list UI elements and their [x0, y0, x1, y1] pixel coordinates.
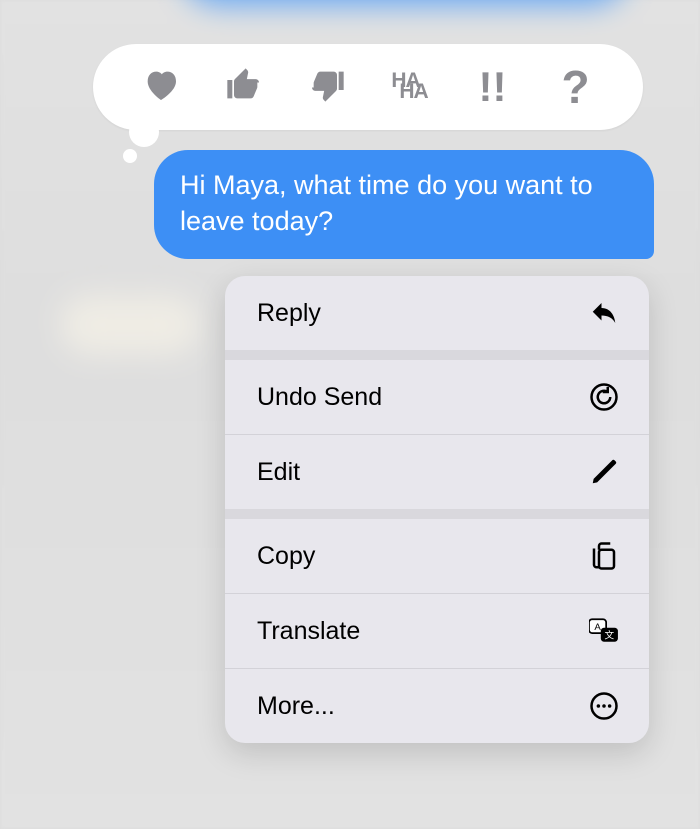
- menu-group-reply: Reply: [225, 276, 649, 350]
- ellipsis-circle-icon: [589, 691, 619, 721]
- reply-arrow-icon: [589, 298, 619, 328]
- message-context-menu: Reply Undo Send Edit Copy Tran: [225, 276, 649, 743]
- tapback-tail-small: [123, 149, 137, 163]
- exclaim-icon: !!: [479, 70, 507, 104]
- message-text: Hi Maya, what time do you want to leave …: [180, 170, 593, 236]
- copy-icon: [589, 541, 619, 571]
- reaction-heart[interactable]: [131, 57, 191, 117]
- menu-item-translate[interactable]: Translate A 文: [225, 593, 649, 668]
- menu-group-edit: Undo Send Edit: [225, 350, 649, 509]
- tapback-reactions-bar: HAHA !! ?: [93, 44, 643, 130]
- menu-label: Copy: [257, 542, 315, 571]
- thumbs-up-icon: [224, 65, 264, 110]
- menu-label: Translate: [257, 617, 360, 646]
- menu-item-undo-send[interactable]: Undo Send: [225, 360, 649, 434]
- undo-send-icon: [589, 382, 619, 412]
- reaction-question[interactable]: ?: [546, 57, 606, 117]
- thumbs-down-icon: [307, 65, 347, 110]
- reaction-exclaim[interactable]: !!: [463, 57, 523, 117]
- menu-item-copy[interactable]: Copy: [225, 519, 649, 593]
- menu-label: Reply: [257, 299, 321, 328]
- heart-icon: [141, 65, 181, 110]
- svg-text:文: 文: [605, 630, 615, 642]
- svg-text:A: A: [594, 622, 601, 633]
- tapback-tail: [129, 117, 159, 147]
- menu-item-more[interactable]: More...: [225, 668, 649, 743]
- menu-item-edit[interactable]: Edit: [225, 434, 649, 509]
- menu-label: More...: [257, 692, 335, 721]
- menu-item-reply[interactable]: Reply: [225, 276, 649, 350]
- menu-group-more: Copy Translate A 文 More...: [225, 509, 649, 743]
- selected-message-bubble[interactable]: Hi Maya, what time do you want to leave …: [154, 150, 654, 259]
- reaction-haha[interactable]: HAHA: [380, 57, 440, 117]
- menu-label: Undo Send: [257, 383, 382, 412]
- translate-icon: A 文: [589, 616, 619, 646]
- pencil-icon: [589, 457, 619, 487]
- menu-label: Edit: [257, 458, 300, 487]
- reaction-thumbs-down[interactable]: [297, 57, 357, 117]
- haha-icon: HAHA: [391, 73, 427, 101]
- question-icon: ?: [561, 69, 589, 106]
- reaction-thumbs-up[interactable]: [214, 57, 274, 117]
